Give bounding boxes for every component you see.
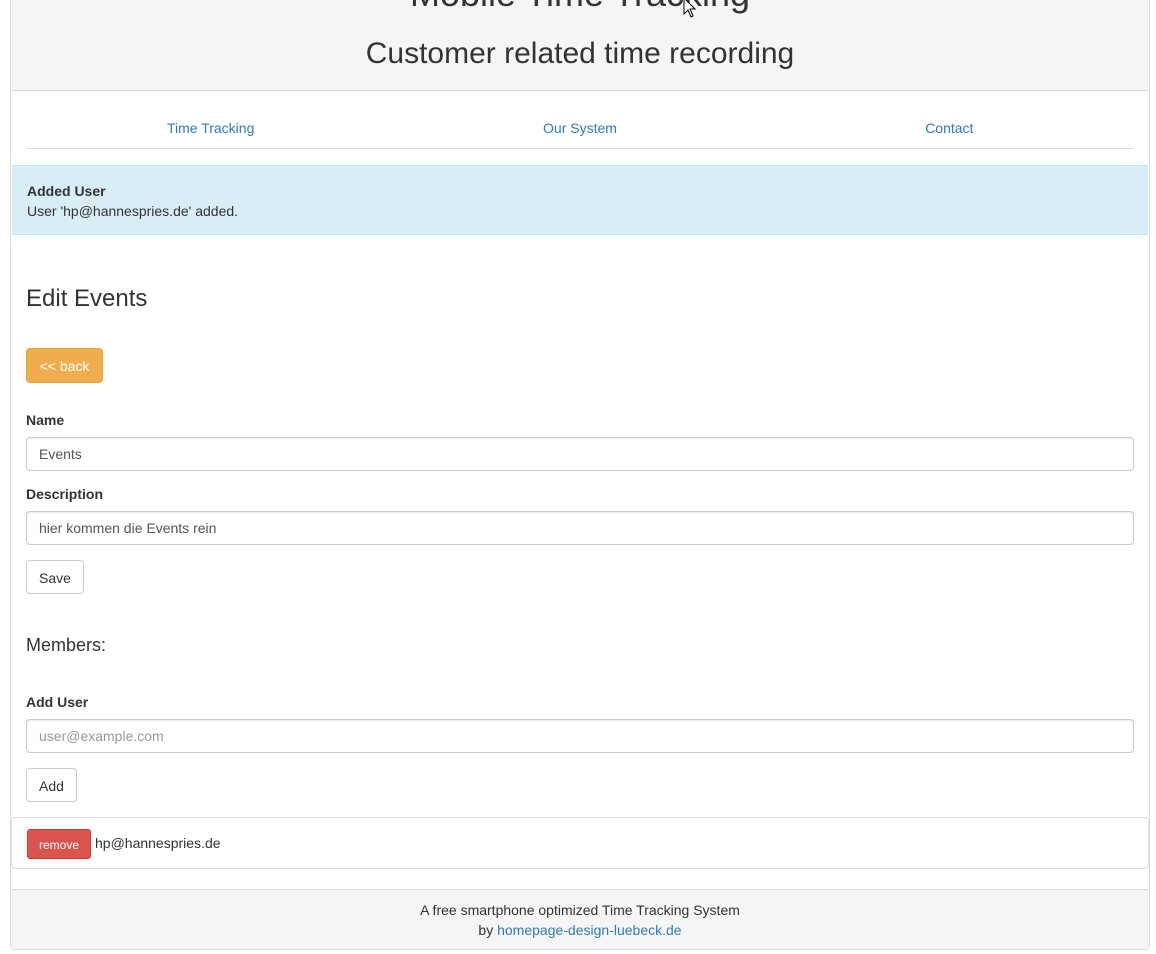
page-title: Edit Events (26, 285, 148, 312)
footer-credit: by homepage-design-luebeck.de (11, 920, 1149, 940)
description-input[interactable] (26, 511, 1134, 545)
page-header: Mobile Time Tracking Customer related ti… (11, 0, 1149, 91)
main-navigation: Time Tracking Our System Contact (26, 108, 1134, 149)
add-user-input[interactable] (26, 719, 1134, 753)
page-frame: Mobile Time Tracking Customer related ti… (10, 0, 1150, 950)
footer-link[interactable]: homepage-design-luebeck.de (497, 922, 681, 938)
name-label: Name (26, 412, 65, 428)
members-heading: Members: (26, 635, 107, 655)
app-title: Mobile Time Tracking (11, 0, 1149, 14)
footer-tagline: A free smartphone optimized Time Trackin… (420, 902, 740, 918)
member-list-item: remove hp@hannespries.de (11, 817, 1149, 869)
app-subtitle: Customer related time recording (365, 37, 795, 70)
save-button[interactable]: Save (26, 560, 84, 594)
back-button[interactable]: << back (26, 348, 103, 383)
name-input[interactable] (26, 437, 1134, 471)
mouse-cursor-icon (683, 0, 697, 18)
info-alert: Added User User 'hp@hannespries.de' adde… (12, 165, 1148, 235)
description-label: Description (26, 486, 104, 502)
alert-message: User 'hp@hannespries.de' added. (27, 203, 239, 219)
add-user-button[interactable]: Add (26, 768, 77, 802)
footer-by-text: by (478, 922, 494, 938)
alert-title: Added User (27, 183, 106, 199)
nav-item-our-system[interactable]: Our System (395, 108, 764, 148)
member-email: hp@hannespries.de (95, 835, 221, 851)
page-footer: A free smartphone optimized Time Trackin… (11, 889, 1149, 949)
add-user-label: Add User (26, 694, 89, 710)
remove-member-button[interactable]: remove (27, 829, 91, 859)
nav-item-contact[interactable]: Contact (765, 108, 1134, 148)
nav-item-time-tracking[interactable]: Time Tracking (26, 108, 395, 148)
